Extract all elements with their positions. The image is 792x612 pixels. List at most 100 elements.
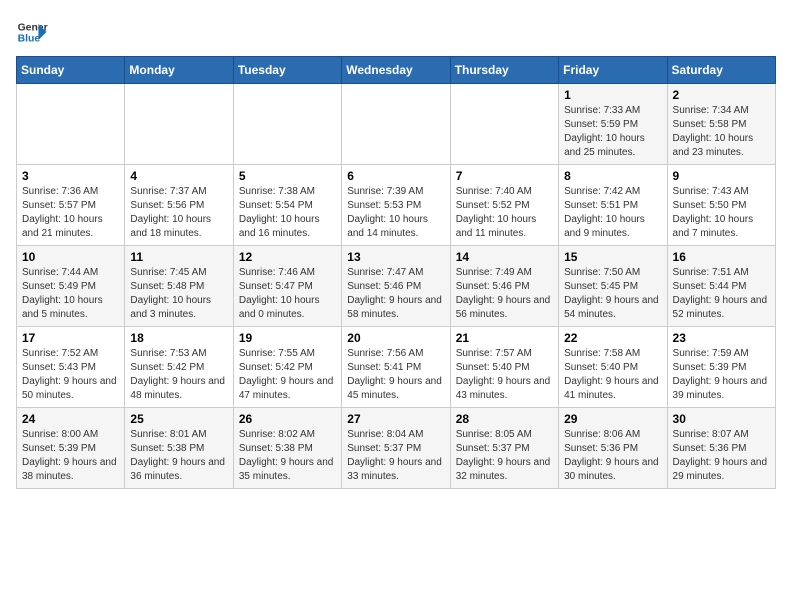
calendar-day-cell: 25 Sunrise: 8:01 AM Sunset: 5:38 PM Dayli… — [125, 408, 233, 489]
weekday-header-cell: Friday — [559, 57, 667, 84]
day-info: Sunrise: 7:42 AM Sunset: 5:51 PM Dayligh… — [564, 185, 661, 241]
day-info: Sunrise: 7:43 AM Sunset: 5:50 PM Dayligh… — [673, 185, 770, 241]
calendar-week-row: 10 Sunrise: 7:44 AM Sunset: 5:49 PM Dayli… — [17, 246, 776, 327]
day-number: 3 — [22, 169, 119, 183]
day-number: 18 — [130, 331, 227, 345]
calendar-day-cell — [17, 84, 125, 165]
weekday-header-cell: Wednesday — [342, 57, 450, 84]
day-info: Sunrise: 7:37 AM Sunset: 5:56 PM Dayligh… — [130, 185, 227, 241]
calendar-day-cell: 23 Sunrise: 7:59 AM Sunset: 5:39 PM Dayli… — [667, 327, 775, 408]
weekday-header-cell: Tuesday — [233, 57, 341, 84]
page-header: General Blue — [16, 16, 776, 48]
day-info: Sunrise: 7:52 AM Sunset: 5:43 PM Dayligh… — [22, 347, 119, 403]
calendar-day-cell: 3 Sunrise: 7:36 AM Sunset: 5:57 PM Daylig… — [17, 165, 125, 246]
calendar-day-cell: 1 Sunrise: 7:33 AM Sunset: 5:59 PM Daylig… — [559, 84, 667, 165]
calendar-day-cell: 14 Sunrise: 7:49 AM Sunset: 5:46 PM Dayli… — [450, 246, 558, 327]
day-number: 5 — [239, 169, 336, 183]
calendar-day-cell: 4 Sunrise: 7:37 AM Sunset: 5:56 PM Daylig… — [125, 165, 233, 246]
day-info: Sunrise: 7:51 AM Sunset: 5:44 PM Dayligh… — [673, 266, 770, 322]
calendar-week-row: 24 Sunrise: 8:00 AM Sunset: 5:39 PM Dayli… — [17, 408, 776, 489]
day-number: 22 — [564, 331, 661, 345]
calendar-week-row: 1 Sunrise: 7:33 AM Sunset: 5:59 PM Daylig… — [17, 84, 776, 165]
calendar-day-cell: 9 Sunrise: 7:43 AM Sunset: 5:50 PM Daylig… — [667, 165, 775, 246]
calendar-body: 1 Sunrise: 7:33 AM Sunset: 5:59 PM Daylig… — [17, 84, 776, 489]
day-number: 7 — [456, 169, 553, 183]
day-info: Sunrise: 7:58 AM Sunset: 5:40 PM Dayligh… — [564, 347, 661, 403]
day-number: 26 — [239, 412, 336, 426]
day-number: 24 — [22, 412, 119, 426]
weekday-header-row: SundayMondayTuesdayWednesdayThursdayFrid… — [17, 57, 776, 84]
day-info: Sunrise: 7:39 AM Sunset: 5:53 PM Dayligh… — [347, 185, 444, 241]
day-number: 27 — [347, 412, 444, 426]
calendar-day-cell: 18 Sunrise: 7:53 AM Sunset: 5:42 PM Dayli… — [125, 327, 233, 408]
day-number: 12 — [239, 250, 336, 264]
logo: General Blue — [16, 16, 48, 48]
calendar-day-cell: 13Sunrise: 7:47 AM Sunset: 5:46 PM Dayli… — [342, 246, 450, 327]
day-number: 2 — [673, 88, 770, 102]
calendar-day-cell: 21 Sunrise: 7:57 AM Sunset: 5:40 PM Dayli… — [450, 327, 558, 408]
day-info: Sunrise: 7:57 AM Sunset: 5:40 PM Dayligh… — [456, 347, 553, 403]
calendar-day-cell — [450, 84, 558, 165]
calendar-day-cell: 11 Sunrise: 7:45 AM Sunset: 5:48 PM Dayli… — [125, 246, 233, 327]
calendar-day-cell: 27Sunrise: 8:04 AM Sunset: 5:37 PM Dayli… — [342, 408, 450, 489]
day-info: Sunrise: 8:01 AM Sunset: 5:38 PM Dayligh… — [130, 428, 227, 484]
day-number: 30 — [673, 412, 770, 426]
day-number: 14 — [456, 250, 553, 264]
day-info: Sunrise: 7:47 AM Sunset: 5:46 PM Dayligh… — [347, 266, 444, 322]
day-info: Sunrise: 8:05 AM Sunset: 5:37 PM Dayligh… — [456, 428, 553, 484]
logo-icon: General Blue — [16, 16, 48, 48]
calendar-day-cell — [233, 84, 341, 165]
calendar-week-row: 3 Sunrise: 7:36 AM Sunset: 5:57 PM Daylig… — [17, 165, 776, 246]
calendar-day-cell: 2 Sunrise: 7:34 AM Sunset: 5:58 PM Daylig… — [667, 84, 775, 165]
day-number: 20 — [347, 331, 444, 345]
calendar-week-row: 17 Sunrise: 7:52 AM Sunset: 5:43 PM Dayli… — [17, 327, 776, 408]
calendar-day-cell — [342, 84, 450, 165]
calendar-day-cell: 15Sunrise: 7:50 AM Sunset: 5:45 PM Dayli… — [559, 246, 667, 327]
day-number: 10 — [22, 250, 119, 264]
weekday-header-cell: Thursday — [450, 57, 558, 84]
day-info: Sunrise: 7:38 AM Sunset: 5:54 PM Dayligh… — [239, 185, 336, 241]
day-number: 15 — [564, 250, 661, 264]
calendar-day-cell: 7 Sunrise: 7:40 AM Sunset: 5:52 PM Daylig… — [450, 165, 558, 246]
day-info: Sunrise: 7:49 AM Sunset: 5:46 PM Dayligh… — [456, 266, 553, 322]
calendar-day-cell: 22 Sunrise: 7:58 AM Sunset: 5:40 PM Dayli… — [559, 327, 667, 408]
day-number: 23 — [673, 331, 770, 345]
day-number: 28 — [456, 412, 553, 426]
calendar-day-cell: 16 Sunrise: 7:51 AM Sunset: 5:44 PM Dayli… — [667, 246, 775, 327]
svg-text:Blue: Blue — [18, 34, 41, 45]
day-info: Sunrise: 7:45 AM Sunset: 5:48 PM Dayligh… — [130, 266, 227, 322]
day-info: Sunrise: 7:40 AM Sunset: 5:52 PM Dayligh… — [456, 185, 553, 241]
day-number: 17 — [22, 331, 119, 345]
calendar-day-cell: 6Sunrise: 7:39 AM Sunset: 5:53 PM Daylig… — [342, 165, 450, 246]
weekday-header-cell: Monday — [125, 57, 233, 84]
calendar-day-cell: 29Sunrise: 8:06 AM Sunset: 5:36 PM Dayli… — [559, 408, 667, 489]
day-info: Sunrise: 7:56 AM Sunset: 5:41 PM Dayligh… — [347, 347, 444, 403]
day-number: 16 — [673, 250, 770, 264]
day-number: 8 — [564, 169, 661, 183]
day-number: 25 — [130, 412, 227, 426]
day-info: Sunrise: 7:36 AM Sunset: 5:57 PM Dayligh… — [22, 185, 119, 241]
day-number: 1 — [564, 88, 661, 102]
calendar-day-cell — [125, 84, 233, 165]
weekday-header-cell: Sunday — [17, 57, 125, 84]
day-info: Sunrise: 8:07 AM Sunset: 5:36 PM Dayligh… — [673, 428, 770, 484]
day-info: Sunrise: 7:53 AM Sunset: 5:42 PM Dayligh… — [130, 347, 227, 403]
day-info: Sunrise: 7:33 AM Sunset: 5:59 PM Dayligh… — [564, 104, 661, 160]
calendar-day-cell: 12Sunrise: 7:46 AM Sunset: 5:47 PM Dayli… — [233, 246, 341, 327]
calendar-day-cell: 10 Sunrise: 7:44 AM Sunset: 5:49 PM Dayli… — [17, 246, 125, 327]
day-number: 21 — [456, 331, 553, 345]
calendar-day-cell: 8 Sunrise: 7:42 AM Sunset: 5:51 PM Daylig… — [559, 165, 667, 246]
day-number: 4 — [130, 169, 227, 183]
day-info: Sunrise: 7:59 AM Sunset: 5:39 PM Dayligh… — [673, 347, 770, 403]
day-number: 9 — [673, 169, 770, 183]
calendar-day-cell: 26Sunrise: 8:02 AM Sunset: 5:38 PM Dayli… — [233, 408, 341, 489]
day-info: Sunrise: 7:34 AM Sunset: 5:58 PM Dayligh… — [673, 104, 770, 160]
day-info: Sunrise: 8:06 AM Sunset: 5:36 PM Dayligh… — [564, 428, 661, 484]
weekday-header-cell: Saturday — [667, 57, 775, 84]
day-number: 11 — [130, 250, 227, 264]
day-info: Sunrise: 7:44 AM Sunset: 5:49 PM Dayligh… — [22, 266, 119, 322]
calendar-table: SundayMondayTuesdayWednesdayThursdayFrid… — [16, 56, 776, 489]
calendar-day-cell: 5 Sunrise: 7:38 AM Sunset: 5:54 PM Daylig… — [233, 165, 341, 246]
day-info: Sunrise: 8:00 AM Sunset: 5:39 PM Dayligh… — [22, 428, 119, 484]
day-info: Sunrise: 7:55 AM Sunset: 5:42 PM Dayligh… — [239, 347, 336, 403]
